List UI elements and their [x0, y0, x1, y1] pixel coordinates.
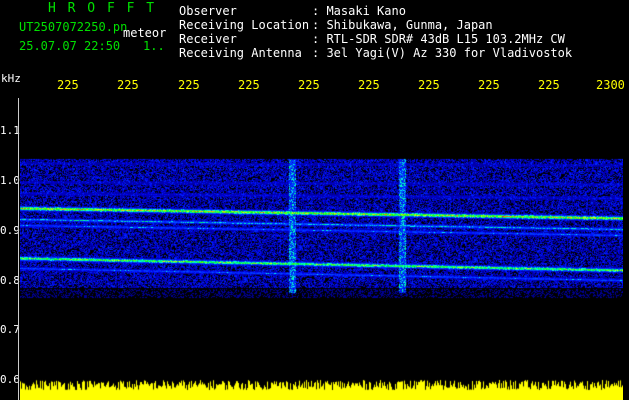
- freq-label: 0.9: [0, 224, 20, 237]
- info-labels: Observer Receiving Location Receiver Rec…: [179, 4, 309, 60]
- time-label: 225: [478, 78, 500, 92]
- value-location: : Shibukawa, Gunma, Japan: [312, 18, 493, 32]
- date-time: 25.07.07 22:50: [19, 39, 121, 53]
- time-label: 225: [358, 78, 380, 92]
- app-title: H R O F F T: [48, 1, 157, 16]
- label-receiver: Receiver: [179, 32, 237, 46]
- label-antenna: Receiving Antenna: [179, 46, 302, 60]
- label-location: Receiving Location: [179, 18, 310, 32]
- time-label: 225: [238, 78, 260, 92]
- freq-label: 0.8: [0, 274, 20, 287]
- time-label: 225: [538, 78, 560, 92]
- info-values: : Masaki Kano : Shibukawa, Gunma, Japan …: [312, 4, 572, 60]
- freq-label: 0.7: [0, 323, 20, 336]
- time-label: 225: [117, 78, 139, 92]
- axis-line: [18, 98, 19, 400]
- value-receiver: : RTL-SDR SDR# 43dB L15 103.2MHz CW: [312, 32, 565, 46]
- time-label: 225: [178, 78, 200, 92]
- freq-label: 1.1: [0, 124, 20, 137]
- freq-label: 1.0: [0, 174, 20, 187]
- amplitude-canvas: [20, 376, 623, 400]
- time-label: 225: [298, 78, 320, 92]
- freq-label: 0.6: [0, 373, 20, 386]
- time-label: 225: [418, 78, 440, 92]
- freq-unit-label: kHz: [1, 72, 21, 85]
- file-name: UT2507072250.pn: [19, 20, 128, 34]
- spectrogram-canvas: [20, 98, 623, 380]
- time-label: 2300: [596, 78, 625, 92]
- value-observer: : Masaki Kano: [312, 4, 406, 18]
- mode-label: meteor: [123, 26, 167, 40]
- page-indicator: 1..: [143, 39, 165, 53]
- value-antenna: : 3el Yagi(V) Az 330 for Vladivostok: [312, 46, 573, 60]
- time-label: 225: [57, 78, 79, 92]
- label-observer: Observer: [179, 4, 237, 18]
